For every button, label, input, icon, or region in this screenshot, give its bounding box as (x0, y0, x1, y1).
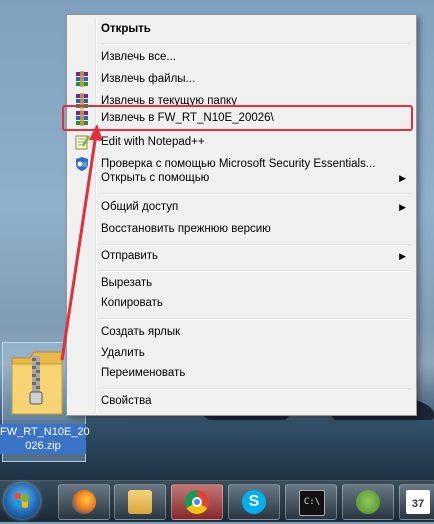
taskbar-calendar[interactable]: 37 (399, 484, 434, 520)
windows-start-icon[interactable] (4, 483, 40, 519)
taskbar-firefox[interactable] (58, 484, 110, 520)
calendar-icon: 37 (406, 490, 430, 514)
firefox-icon (72, 490, 96, 514)
annotation-arrow (60, 124, 103, 361)
calendar-badge: 37 (411, 498, 425, 510)
taskbar-explorer[interactable] (114, 484, 166, 520)
skype-icon: S (242, 490, 266, 514)
taskbar-skype[interactable]: S (228, 484, 280, 520)
command-prompt-icon: C:\ (299, 490, 325, 516)
taskbar-chrome[interactable] (171, 484, 223, 520)
folder-icon (128, 490, 152, 514)
taskbar-cmd[interactable]: C:\ (285, 484, 337, 520)
evernote-icon (356, 490, 380, 514)
chrome-icon (185, 490, 209, 514)
taskbar-evernote[interactable] (342, 484, 394, 520)
